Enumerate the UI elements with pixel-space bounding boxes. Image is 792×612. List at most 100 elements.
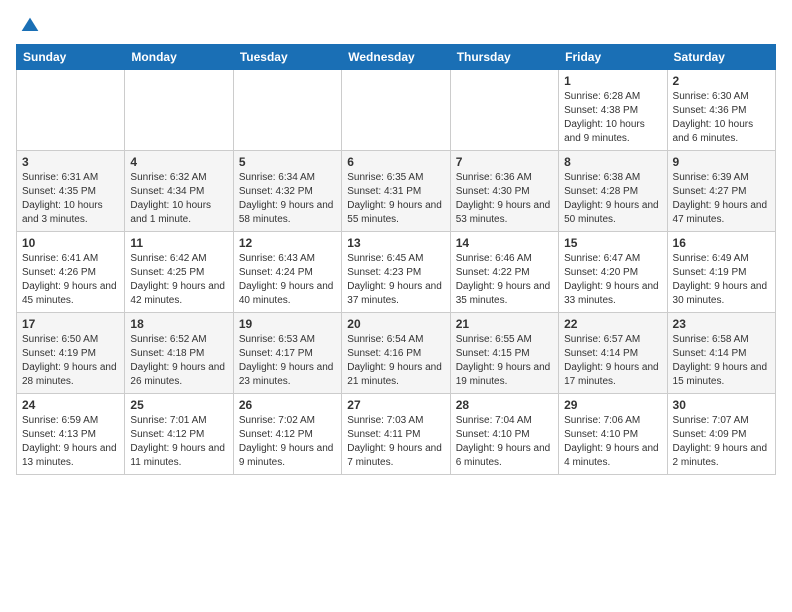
day-number: 20 <box>347 317 444 331</box>
day-number: 23 <box>673 317 770 331</box>
calendar-cell: 14 Sunrise: 6:46 AM Sunset: 4:22 PM Dayli… <box>450 232 558 313</box>
calendar: SundayMondayTuesdayWednesdayThursdayFrid… <box>16 44 776 475</box>
calendar-week-row: 3 Sunrise: 6:31 AM Sunset: 4:35 PM Daylig… <box>17 151 776 232</box>
day-info: Sunrise: 6:38 AM Sunset: 4:28 PM Dayligh… <box>564 171 661 227</box>
calendar-header-friday: Friday <box>559 45 667 70</box>
calendar-cell: 7 Sunrise: 6:36 AM Sunset: 4:30 PM Daylig… <box>450 151 558 232</box>
day-number: 2 <box>673 74 770 88</box>
day-number: 16 <box>673 236 770 250</box>
day-info: Sunrise: 6:46 AM Sunset: 4:22 PM Dayligh… <box>456 252 553 308</box>
calendar-cell: 19 Sunrise: 6:53 AM Sunset: 4:17 PM Dayli… <box>233 313 341 394</box>
day-number: 28 <box>456 398 553 412</box>
day-number: 5 <box>239 155 336 169</box>
day-number: 7 <box>456 155 553 169</box>
calendar-week-row: 10 Sunrise: 6:41 AM Sunset: 4:26 PM Dayli… <box>17 232 776 313</box>
calendar-cell: 8 Sunrise: 6:38 AM Sunset: 4:28 PM Daylig… <box>559 151 667 232</box>
day-info: Sunrise: 6:41 AM Sunset: 4:26 PM Dayligh… <box>22 252 119 308</box>
calendar-header-monday: Monday <box>125 45 233 70</box>
logo-icon <box>20 16 40 36</box>
day-number: 8 <box>564 155 661 169</box>
day-info: Sunrise: 7:03 AM Sunset: 4:11 PM Dayligh… <box>347 414 444 470</box>
calendar-cell: 29 Sunrise: 7:06 AM Sunset: 4:10 PM Dayli… <box>559 394 667 475</box>
calendar-cell: 16 Sunrise: 6:49 AM Sunset: 4:19 PM Dayli… <box>667 232 775 313</box>
day-number: 24 <box>22 398 119 412</box>
day-info: Sunrise: 6:42 AM Sunset: 4:25 PM Dayligh… <box>130 252 227 308</box>
day-number: 21 <box>456 317 553 331</box>
day-info: Sunrise: 7:06 AM Sunset: 4:10 PM Dayligh… <box>564 414 661 470</box>
calendar-cell: 20 Sunrise: 6:54 AM Sunset: 4:16 PM Dayli… <box>342 313 450 394</box>
calendar-cell: 25 Sunrise: 7:01 AM Sunset: 4:12 PM Dayli… <box>125 394 233 475</box>
calendar-cell: 12Sunrise: 6:43 AM Sunset: 4:24 PM Dayli… <box>233 232 341 313</box>
day-number: 1 <box>564 74 661 88</box>
day-number: 18 <box>130 317 227 331</box>
day-info: Sunrise: 6:59 AM Sunset: 4:13 PM Dayligh… <box>22 414 119 470</box>
calendar-cell: 21 Sunrise: 6:55 AM Sunset: 4:15 PM Dayli… <box>450 313 558 394</box>
calendar-header-wednesday: Wednesday <box>342 45 450 70</box>
calendar-cell: 15 Sunrise: 6:47 AM Sunset: 4:20 PM Dayli… <box>559 232 667 313</box>
day-number: 19 <box>239 317 336 331</box>
calendar-week-row: 1 Sunrise: 6:28 AM Sunset: 4:38 PM Daylig… <box>17 70 776 151</box>
calendar-cell: 17Sunrise: 6:50 AM Sunset: 4:19 PM Dayli… <box>17 313 125 394</box>
day-number: 9 <box>673 155 770 169</box>
day-info: Sunrise: 6:54 AM Sunset: 4:16 PM Dayligh… <box>347 333 444 389</box>
day-info: Sunrise: 6:52 AM Sunset: 4:18 PM Dayligh… <box>130 333 227 389</box>
day-number: 12 <box>239 236 336 250</box>
day-info: Sunrise: 6:31 AM Sunset: 4:35 PM Dayligh… <box>22 171 119 227</box>
day-info: Sunrise: 7:02 AM Sunset: 4:12 PM Dayligh… <box>239 414 336 470</box>
day-number: 14 <box>456 236 553 250</box>
day-number: 25 <box>130 398 227 412</box>
calendar-cell: 6 Sunrise: 6:35 AM Sunset: 4:31 PM Daylig… <box>342 151 450 232</box>
day-info: Sunrise: 6:34 AM Sunset: 4:32 PM Dayligh… <box>239 171 336 227</box>
calendar-header-saturday: Saturday <box>667 45 775 70</box>
calendar-cell: 9 Sunrise: 6:39 AM Sunset: 4:27 PM Daylig… <box>667 151 775 232</box>
day-info: Sunrise: 6:28 AM Sunset: 4:38 PM Dayligh… <box>564 90 661 146</box>
calendar-cell <box>450 70 558 151</box>
calendar-cell: 1 Sunrise: 6:28 AM Sunset: 4:38 PM Daylig… <box>559 70 667 151</box>
day-info: Sunrise: 6:32 AM Sunset: 4:34 PM Dayligh… <box>130 171 227 227</box>
day-number: 3 <box>22 155 119 169</box>
day-info: Sunrise: 6:55 AM Sunset: 4:15 PM Dayligh… <box>456 333 553 389</box>
calendar-cell: 27 Sunrise: 7:03 AM Sunset: 4:11 PM Dayli… <box>342 394 450 475</box>
day-info: Sunrise: 6:58 AM Sunset: 4:14 PM Dayligh… <box>673 333 770 389</box>
day-info: Sunrise: 6:47 AM Sunset: 4:20 PM Dayligh… <box>564 252 661 308</box>
day-number: 11 <box>130 236 227 250</box>
day-number: 4 <box>130 155 227 169</box>
day-info: Sunrise: 6:30 AM Sunset: 4:36 PM Dayligh… <box>673 90 770 146</box>
calendar-cell <box>17 70 125 151</box>
day-info: Sunrise: 6:36 AM Sunset: 4:30 PM Dayligh… <box>456 171 553 227</box>
day-number: 13 <box>347 236 444 250</box>
day-number: 10 <box>22 236 119 250</box>
day-number: 26 <box>239 398 336 412</box>
calendar-week-row: 24 Sunrise: 6:59 AM Sunset: 4:13 PM Dayli… <box>17 394 776 475</box>
calendar-cell: 23 Sunrise: 6:58 AM Sunset: 4:14 PM Dayli… <box>667 313 775 394</box>
calendar-cell: 3 Sunrise: 6:31 AM Sunset: 4:35 PM Daylig… <box>17 151 125 232</box>
calendar-cell: 13 Sunrise: 6:45 AM Sunset: 4:23 PM Dayli… <box>342 232 450 313</box>
calendar-header-thursday: Thursday <box>450 45 558 70</box>
calendar-header-tuesday: Tuesday <box>233 45 341 70</box>
calendar-week-row: 17Sunrise: 6:50 AM Sunset: 4:19 PM Dayli… <box>17 313 776 394</box>
day-number: 29 <box>564 398 661 412</box>
day-info: Sunrise: 7:01 AM Sunset: 4:12 PM Dayligh… <box>130 414 227 470</box>
calendar-cell: 18 Sunrise: 6:52 AM Sunset: 4:18 PM Dayli… <box>125 313 233 394</box>
day-info: Sunrise: 7:07 AM Sunset: 4:09 PM Dayligh… <box>673 414 770 470</box>
header <box>16 16 776 32</box>
day-info: Sunrise: 7:04 AM Sunset: 4:10 PM Dayligh… <box>456 414 553 470</box>
day-number: 27 <box>347 398 444 412</box>
calendar-cell: 28 Sunrise: 7:04 AM Sunset: 4:10 PM Dayli… <box>450 394 558 475</box>
day-info: Sunrise: 6:39 AM Sunset: 4:27 PM Dayligh… <box>673 171 770 227</box>
calendar-cell: 30 Sunrise: 7:07 AM Sunset: 4:09 PM Dayli… <box>667 394 775 475</box>
calendar-cell <box>125 70 233 151</box>
calendar-cell: 2 Sunrise: 6:30 AM Sunset: 4:36 PM Daylig… <box>667 70 775 151</box>
day-number: 6 <box>347 155 444 169</box>
calendar-cell: 11 Sunrise: 6:42 AM Sunset: 4:25 PM Dayli… <box>125 232 233 313</box>
day-number: 15 <box>564 236 661 250</box>
day-number: 22 <box>564 317 661 331</box>
day-info: Sunrise: 6:45 AM Sunset: 4:23 PM Dayligh… <box>347 252 444 308</box>
day-info: Sunrise: 6:49 AM Sunset: 4:19 PM Dayligh… <box>673 252 770 308</box>
day-info: Sunrise: 6:53 AM Sunset: 4:17 PM Dayligh… <box>239 333 336 389</box>
calendar-cell: 26 Sunrise: 7:02 AM Sunset: 4:12 PM Dayli… <box>233 394 341 475</box>
day-number: 30 <box>673 398 770 412</box>
calendar-cell <box>342 70 450 151</box>
logo <box>16 16 40 32</box>
day-info: Sunrise: 6:35 AM Sunset: 4:31 PM Dayligh… <box>347 171 444 227</box>
